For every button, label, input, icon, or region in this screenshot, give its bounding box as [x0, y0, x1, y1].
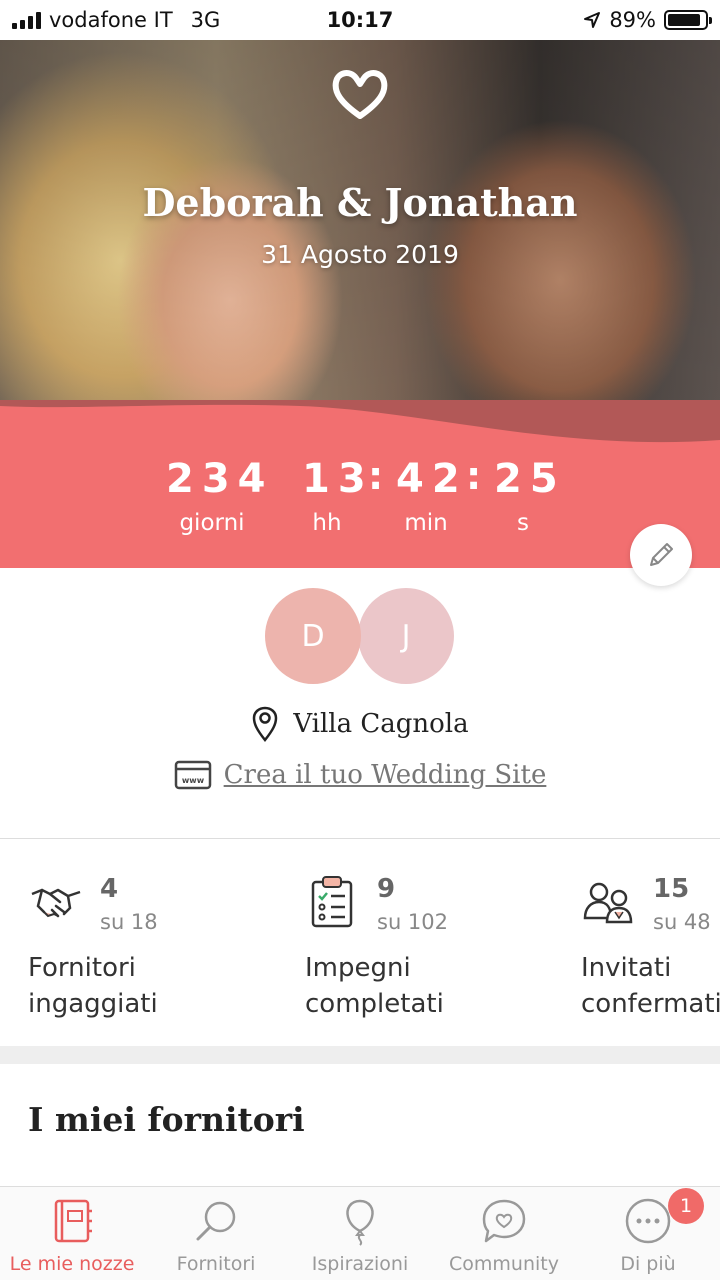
- couple-names: Deborah & Jonathan: [142, 180, 578, 225]
- wedding-date: 31 Agosto 2019: [261, 240, 459, 269]
- section-separator: [0, 1046, 720, 1064]
- couple-avatars[interactable]: D J: [0, 588, 720, 684]
- website-icon: www: [174, 760, 211, 790]
- countdown-minutes: 42: [396, 456, 468, 502]
- stat-label: Fornitori ingaggiati: [28, 953, 158, 1019]
- carrier-label: vodafone IT: [49, 8, 173, 32]
- heart-icon: [332, 70, 388, 119]
- tab-label: Fornitori: [176, 1253, 256, 1275]
- tab-my-wedding[interactable]: Le mie nozze: [0, 1187, 144, 1280]
- pencil-icon: [650, 543, 673, 566]
- countdown-days-label: giorni: [179, 510, 245, 536]
- countdown-separator: :: [368, 454, 384, 498]
- handshake-icon: [31, 888, 81, 918]
- countdown-panel: 234 13 : 42 : 25 giorni hh min s: [0, 400, 720, 568]
- stat-label: Impegni completati: [305, 953, 444, 1019]
- tab-community[interactable]: Community: [432, 1187, 576, 1280]
- chat-heart-icon: [482, 1199, 526, 1243]
- tab-label: Ispirazioni: [311, 1253, 409, 1275]
- tab-label: Di più: [620, 1253, 676, 1275]
- countdown-separator: :: [466, 454, 482, 498]
- location-pin-icon: [253, 706, 278, 742]
- avatar[interactable]: D: [265, 588, 361, 684]
- avatar[interactable]: J: [358, 588, 454, 684]
- signal-icon: [12, 11, 41, 29]
- venue-name: Villa Cagnola: [293, 709, 469, 739]
- stat-guests[interactable]: 15 su 48 Invitati confermati: [581, 868, 720, 1028]
- stat-label: Invitati confermati: [581, 953, 720, 1019]
- tab-label: Community: [449, 1253, 559, 1275]
- stat-value: 4: [100, 874, 119, 904]
- countdown-days: 234: [166, 456, 274, 502]
- clock: 10:17: [326, 8, 394, 32]
- tab-label: Le mie nozze: [9, 1253, 135, 1275]
- divider: [0, 838, 720, 839]
- battery-icon: [664, 10, 712, 30]
- stat-total: su 102: [377, 910, 449, 934]
- countdown-seconds: 25: [494, 456, 566, 502]
- location-arrow-icon: [584, 12, 601, 28]
- venue-row[interactable]: Villa Cagnola: [0, 706, 720, 742]
- edit-button[interactable]: [630, 524, 692, 586]
- tab-vendors[interactable]: Fornitori: [144, 1187, 288, 1280]
- magnifier-icon: [196, 1201, 236, 1241]
- countdown-hours: 13: [302, 456, 374, 502]
- balloon-icon: [346, 1199, 374, 1246]
- countdown-minutes-label: min: [404, 510, 448, 536]
- wedding-site-link-text[interactable]: Crea il tuo Wedding Site: [224, 760, 547, 790]
- stat-total: su 18: [100, 910, 158, 934]
- battery-percent: 89%: [609, 8, 656, 32]
- stat-vendors[interactable]: 4 su 18 Fornitori ingaggiati: [28, 868, 268, 1028]
- more-icon: [625, 1198, 671, 1244]
- network-label: 3G: [190, 8, 221, 32]
- stat-value: 15: [653, 874, 690, 904]
- stat-tasks[interactable]: 9 su 102 Impegni completati: [305, 868, 545, 1028]
- checklist-icon: [311, 876, 353, 928]
- status-bar: vodafone IT 3G 10:17 89%: [0, 0, 720, 40]
- countdown-seconds-label: s: [517, 510, 529, 536]
- wedding-site-link[interactable]: www Crea il tuo Wedding Site: [0, 760, 720, 790]
- notification-badge: 1: [668, 1188, 704, 1224]
- guests-icon: [583, 882, 633, 924]
- stat-total: su 48: [653, 910, 711, 934]
- tab-bar: Le mie nozze Fornitori Ispirazioni Commu…: [0, 1186, 720, 1280]
- countdown-hours-label: hh: [312, 510, 342, 536]
- tab-inspirations[interactable]: Ispirazioni: [288, 1187, 432, 1280]
- notebook-icon: [54, 1199, 92, 1243]
- cover-photo[interactable]: Deborah & Jonathan 31 Agosto 2019: [0, 40, 720, 420]
- svg-text:www: www: [182, 776, 205, 785]
- stat-value: 9: [377, 874, 396, 904]
- section-title: I miei fornitori: [28, 1100, 305, 1139]
